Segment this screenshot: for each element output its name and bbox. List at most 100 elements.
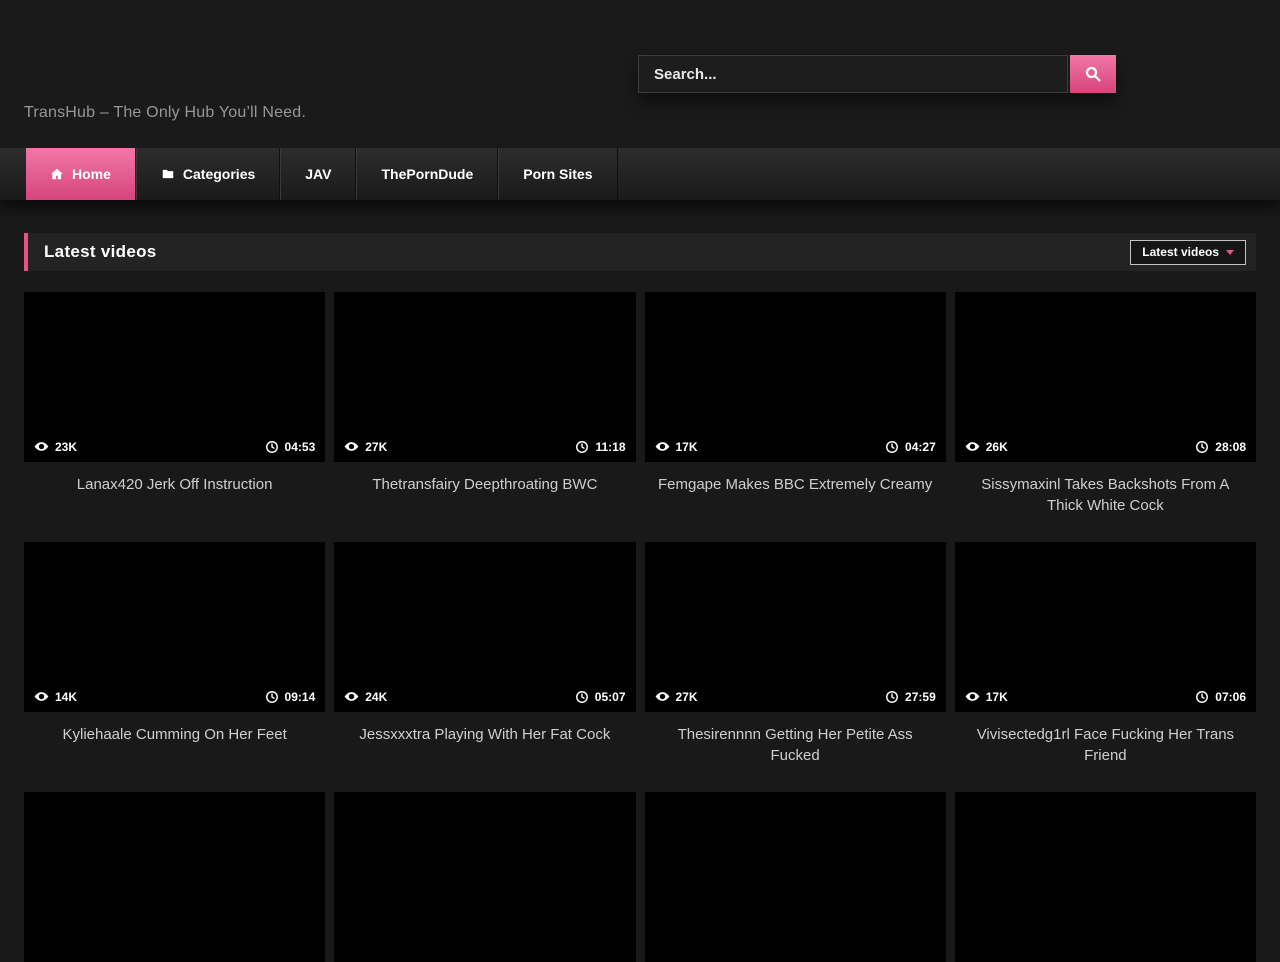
search-button[interactable]: [1070, 55, 1116, 93]
nav-item-home[interactable]: Home: [26, 148, 136, 200]
clock-icon: [1195, 440, 1209, 454]
video-thumbnail[interactable]: 24K 05:07: [334, 542, 635, 712]
home-icon: [50, 167, 64, 181]
view-count: 27K: [655, 689, 698, 704]
view-count-value: 14K: [55, 690, 77, 704]
video-card[interactable]: 17K 07:06 Vivisectedg1rl Face Fucking He…: [955, 542, 1256, 766]
video-card[interactable]: 27K 27:59 Thesirennnn Getting Her Petite…: [645, 542, 946, 766]
eye-icon: [34, 689, 49, 704]
eye-icon: [344, 689, 359, 704]
video-card[interactable]: [334, 792, 635, 962]
nav-label: Home: [72, 166, 111, 182]
duration: 11:18: [575, 440, 625, 454]
duration: 09:14: [265, 690, 316, 704]
video-grid: 23K 04:53 Lanax420 Jerk Off Instruction: [24, 292, 1256, 962]
view-count-value: 23K: [55, 440, 77, 454]
video-card[interactable]: [645, 792, 946, 962]
video-title[interactable]: Thesirennnn Getting Her Petite Ass Fucke…: [653, 724, 938, 766]
clock-icon: [265, 690, 279, 704]
nav-item-jav[interactable]: JAV: [280, 148, 356, 200]
video-thumbnail[interactable]: 27K 27:59: [645, 542, 946, 712]
clock-icon: [885, 440, 899, 454]
video-meta: 17K 07:06: [955, 681, 1256, 712]
view-count-value: 27K: [365, 440, 387, 454]
nav-item-theporndude[interactable]: ThePornDude: [356, 148, 498, 200]
duration-value: 09:14: [285, 690, 316, 704]
duration-value: 28:08: [1215, 440, 1246, 454]
site-tagline: TransHub – The Only Hub You’ll Need.: [24, 104, 306, 122]
nav-item-porn-sites[interactable]: Porn Sites: [498, 148, 617, 200]
video-title[interactable]: Jessxxxtra Playing With Her Fat Cock: [342, 724, 627, 745]
video-title[interactable]: Kyliehaale Cumming On Her Feet: [32, 724, 317, 745]
video-thumbnail[interactable]: 23K 04:53: [24, 292, 325, 462]
nav-item-categories[interactable]: Categories: [136, 148, 280, 200]
search-icon: [1084, 65, 1102, 83]
duration-value: 04:27: [905, 440, 936, 454]
eye-icon: [655, 689, 670, 704]
video-card[interactable]: 24K 05:07 Jessxxxtra Playing With Her Fa…: [334, 542, 635, 766]
video-card[interactable]: 23K 04:53 Lanax420 Jerk Off Instruction: [24, 292, 325, 516]
video-title[interactable]: Lanax420 Jerk Off Instruction: [32, 474, 317, 495]
view-count: 26K: [965, 439, 1008, 454]
clock-icon: [575, 440, 589, 454]
duration-value: 04:53: [285, 440, 316, 454]
nav-label: JAV: [305, 166, 331, 182]
video-meta: 26K 28:08: [955, 431, 1256, 462]
nav-label: Porn Sites: [523, 166, 592, 182]
view-count-value: 26K: [986, 440, 1008, 454]
clock-icon: [1195, 690, 1209, 704]
video-thumbnail[interactable]: [24, 792, 325, 962]
view-count-value: 24K: [365, 690, 387, 704]
view-count: 23K: [34, 439, 77, 454]
section-title: Latest videos: [44, 242, 157, 262]
view-count: 24K: [344, 689, 387, 704]
video-card[interactable]: 17K 04:27 Femgape Makes BBC Extremely Cr…: [645, 292, 946, 516]
duration: 07:06: [1195, 690, 1246, 704]
accent-bar: [24, 233, 28, 271]
search-input[interactable]: [638, 55, 1068, 93]
view-count: 17K: [655, 439, 698, 454]
video-meta: 23K 04:53: [24, 431, 325, 462]
view-count-value: 17K: [676, 440, 698, 454]
view-count: 14K: [34, 689, 77, 704]
duration: 04:27: [885, 440, 936, 454]
video-thumbnail[interactable]: [645, 792, 946, 962]
view-count: 27K: [344, 439, 387, 454]
nav-label: ThePornDude: [381, 166, 473, 182]
view-count: 17K: [965, 689, 1008, 704]
video-thumbnail[interactable]: 17K 04:27: [645, 292, 946, 462]
nav-label: Categories: [183, 166, 255, 182]
video-title[interactable]: Vivisectedg1rl Face Fucking Her Trans Fr…: [963, 724, 1248, 766]
video-card[interactable]: 26K 28:08 Sissymaxinl Takes Backshots Fr…: [955, 292, 1256, 516]
video-title[interactable]: Femgape Makes BBC Extremely Creamy: [653, 474, 938, 495]
view-count-value: 27K: [676, 690, 698, 704]
sort-dropdown-button[interactable]: Latest videos: [1130, 240, 1246, 265]
video-title[interactable]: Sissymaxinl Takes Backshots From A Thick…: [963, 474, 1248, 516]
eye-icon: [655, 439, 670, 454]
duration-value: 05:07: [595, 690, 626, 704]
video-thumbnail[interactable]: 27K 11:18: [334, 292, 635, 462]
video-card[interactable]: 14K 09:14 Kyliehaale Cumming On Her Feet: [24, 542, 325, 766]
video-thumbnail[interactable]: 26K 28:08: [955, 292, 1256, 462]
video-meta: 27K 11:18: [334, 431, 635, 462]
duration: 28:08: [1195, 440, 1246, 454]
duration-value: 07:06: [1215, 690, 1246, 704]
clock-icon: [575, 690, 589, 704]
video-card[interactable]: [24, 792, 325, 962]
section-header: Latest videos Latest videos: [24, 233, 1256, 271]
folder-icon: [161, 167, 175, 181]
duration: 04:53: [265, 440, 316, 454]
video-meta: 27K 27:59: [645, 681, 946, 712]
clock-icon: [885, 690, 899, 704]
chevron-down-icon: [1226, 250, 1234, 255]
video-thumbnail[interactable]: [334, 792, 635, 962]
video-meta: 14K 09:14: [24, 681, 325, 712]
video-thumbnail[interactable]: 17K 07:06: [955, 542, 1256, 712]
video-title[interactable]: Thetransfairy Deepthroating BWC: [342, 474, 627, 495]
video-card[interactable]: 27K 11:18 Thetransfairy Deepthroating BW…: [334, 292, 635, 516]
video-card[interactable]: [955, 792, 1256, 962]
video-thumbnail[interactable]: [955, 792, 1256, 962]
video-thumbnail[interactable]: 14K 09:14: [24, 542, 325, 712]
main-nav: Home Categories JAV ThePornDude Porn Sit…: [0, 148, 1280, 200]
eye-icon: [34, 439, 49, 454]
